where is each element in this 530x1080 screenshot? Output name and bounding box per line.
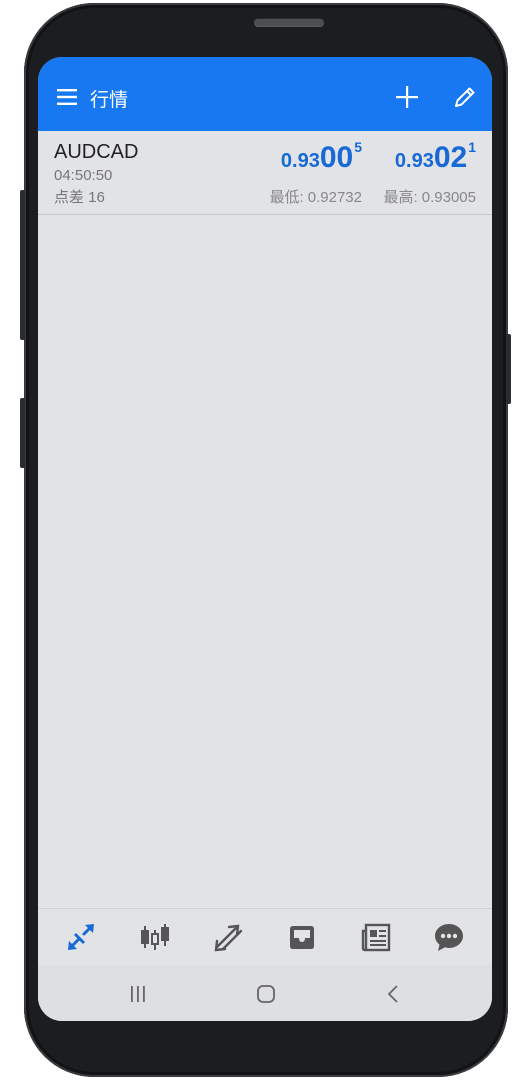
back-icon[interactable] — [383, 983, 405, 1005]
symbol-name: AUDCAD — [54, 141, 139, 163]
ask-price-prefix: 0.93 — [394, 150, 434, 172]
menu-icon[interactable] — [57, 89, 77, 105]
page-title: 行情 — [90, 90, 129, 111]
high-price: 最高: 0.93005 — [383, 189, 476, 206]
volume-button — [20, 190, 25, 340]
bid-price-fraction: 5 — [354, 139, 362, 155]
low-price: 最低: 0.92732 — [269, 189, 362, 206]
system-navigation-bar — [38, 965, 492, 1021]
bid-price-pips: 00 — [319, 141, 354, 174]
home-icon[interactable] — [255, 983, 277, 1005]
newspaper-icon[interactable] — [360, 921, 392, 953]
app-screen: 行情 AUDCAD 04:50:50 点差 16 0.93005 0.93021… — [38, 57, 492, 1021]
ask-price-pips: 02 — [433, 141, 468, 174]
pencil-icon[interactable] — [453, 85, 477, 109]
ask-price-fraction: 1 — [468, 139, 476, 155]
bid-price-prefix: 0.93 — [280, 150, 320, 172]
bid-price[interactable]: 0.93005 — [280, 139, 362, 175]
quotes-arrows-icon[interactable] — [65, 921, 97, 953]
quote-time: 04:50:50 — [54, 167, 113, 184]
bottom-nav — [38, 908, 492, 965]
inbox-tray-icon[interactable] — [286, 921, 318, 953]
bixby-button — [20, 398, 25, 468]
power-button — [506, 334, 511, 404]
trade-arrows-icon[interactable] — [213, 921, 245, 953]
chat-bubble-icon[interactable] — [433, 921, 465, 953]
recent-apps-icon[interactable] — [127, 983, 149, 1005]
plus-icon[interactable] — [395, 85, 419, 109]
earpiece-speaker — [254, 18, 324, 26]
ask-price[interactable]: 0.93021 — [394, 139, 476, 175]
spread-value: 点差 16 — [54, 189, 105, 206]
app-bar: 行情 — [38, 57, 492, 131]
candlestick-icon[interactable] — [139, 921, 171, 953]
quote-row[interactable]: AUDCAD 04:50:50 点差 16 0.93005 0.93021 最低… — [38, 131, 492, 215]
